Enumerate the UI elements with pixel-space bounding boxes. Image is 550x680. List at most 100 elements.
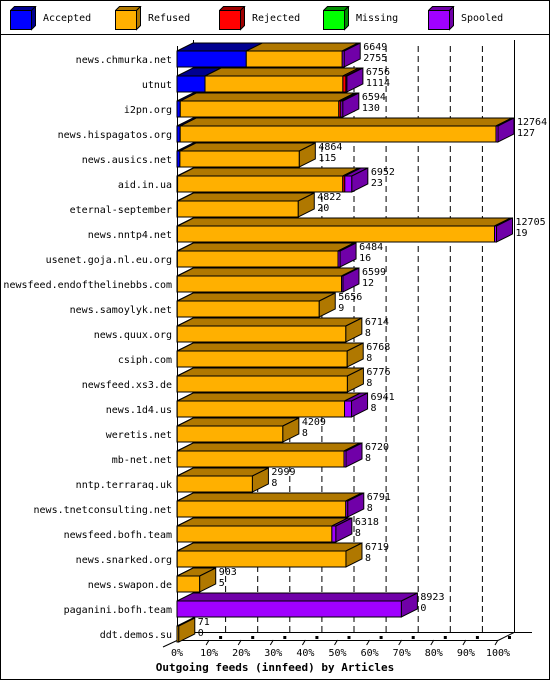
- x-tick-label: 10%: [200, 648, 218, 659]
- bar-side: [178, 617, 196, 643]
- bar-segment-refused: [204, 75, 344, 93]
- x-tick-mark-3: [283, 636, 287, 639]
- value-label-offered: 6756: [366, 67, 390, 78]
- value-label-offered: 5656: [338, 292, 362, 303]
- category-label: weretis.net: [106, 430, 172, 441]
- value-label-accepted: 130: [362, 103, 380, 114]
- value-label-accepted: 8: [355, 528, 361, 539]
- bar-segment-refused: [177, 200, 299, 218]
- x-tick-label: 40%: [296, 648, 314, 659]
- category-label: newsfeed.endofthelinebbs.com: [3, 280, 172, 291]
- value-label-offered: 6318: [355, 517, 379, 528]
- bar-segment-refused: [176, 575, 201, 593]
- bar-segment-spooled: [331, 525, 337, 543]
- category-label: news.swapon.de: [88, 580, 172, 591]
- x-tick-mark-10: [508, 636, 511, 639]
- value-label-accepted: 8: [371, 403, 377, 414]
- category-label: csiph.com: [118, 355, 172, 366]
- x-tick-mark-7: [411, 636, 415, 639]
- bar-top-refused: [176, 417, 300, 427]
- category-label: news.quux.org: [94, 330, 172, 341]
- bar-segment-refused: [176, 525, 333, 543]
- category-label: news.1d4.us: [106, 405, 172, 416]
- chart-plot: 0% 10% 20% 30% 40% 50% 60% 70% 80% 90% 100% Outgoin…: [3, 40, 547, 674]
- value-label-offered: 6649: [363, 42, 387, 53]
- category-label: paganini.bofh.team: [64, 605, 172, 616]
- value-label-offered: 12705: [516, 217, 546, 228]
- value-label-accepted: 8: [302, 428, 308, 439]
- category-label: usenet.goja.nl.eu.org: [46, 255, 172, 266]
- x-tick-label: 30%: [264, 648, 282, 659]
- value-label-accepted: 16: [359, 253, 371, 264]
- bar-top-refused: [179, 117, 513, 127]
- bar-top-refused: [176, 442, 361, 452]
- category-label: news.chmurka.net: [76, 55, 172, 66]
- category-label: nntp.terraraq.uk: [76, 480, 172, 491]
- category-label: eternal-september: [70, 205, 172, 216]
- bar-top-refused: [177, 217, 511, 227]
- bar-segment-refused: [176, 300, 320, 318]
- bar-segment-refused: [176, 325, 347, 343]
- category-label: news.hispagatos.org: [58, 130, 172, 141]
- value-label-accepted: 8: [365, 553, 371, 564]
- category-label: ddt.demos.su: [100, 630, 172, 641]
- bar-segment-spooled: [344, 400, 353, 418]
- value-label-offered: 6791: [367, 492, 391, 503]
- value-label-accepted: 127: [517, 128, 535, 139]
- bar-top-refused: [176, 492, 362, 502]
- bar-top-refused: [180, 92, 356, 102]
- bar-segment-refused: [176, 375, 348, 393]
- value-label-offered: 6768: [366, 342, 390, 353]
- value-label-accepted: 8: [367, 503, 373, 514]
- x-tick-mark-4: [315, 636, 319, 639]
- bar-segment-accepted: [176, 50, 247, 68]
- x-axis-title: Outgoing feeds (innfeed) by Articles: [156, 661, 394, 674]
- category-label: news.samoylyk.net: [70, 305, 172, 316]
- value-label-accepted: 0: [198, 628, 204, 639]
- value-label-offered: 6941: [371, 392, 395, 403]
- bar-top-refused: [176, 342, 364, 352]
- bar-top-refused: [177, 292, 336, 302]
- value-label-offered: 2999: [271, 467, 295, 478]
- category-label: news.ausics.net: [82, 155, 172, 166]
- x-axis-left-tick: [162, 640, 178, 648]
- value-label-accepted: 8: [271, 478, 277, 489]
- x-axis-corner: [497, 632, 515, 641]
- bar-top-refused: [179, 142, 316, 152]
- bar-segment-refused: [176, 550, 347, 568]
- bar-top-refused: [177, 167, 360, 177]
- x-tick-label: 100%: [486, 648, 510, 659]
- bar-top-refused: [176, 367, 364, 377]
- bar-top-refused: [176, 542, 363, 552]
- bar-top-refused: [176, 392, 361, 402]
- bar-segment-refused: [176, 225, 496, 243]
- bar-top-refused: [177, 192, 315, 202]
- x-tick-mark-5: [347, 636, 351, 639]
- value-label-accepted: 115: [318, 153, 336, 164]
- bar-top-spooled: [176, 592, 418, 602]
- value-label-offered: 6952: [371, 167, 395, 178]
- bar-segment-spooled: [176, 600, 402, 618]
- value-label-offered: 6599: [362, 267, 386, 278]
- category-label: aid.in.ua: [118, 180, 172, 191]
- bar-segment-refused: [177, 175, 344, 193]
- value-label-accepted: 23: [371, 178, 383, 189]
- value-label-accepted: 1114: [366, 78, 390, 89]
- value-label-offered: 903: [219, 567, 237, 578]
- bar-segment-refused: [179, 150, 300, 168]
- value-label-offered: 6720: [365, 442, 389, 453]
- bar-segment-refused: [176, 250, 339, 268]
- x-tick-label: 0%: [171, 648, 183, 659]
- value-label-offered: 6776: [366, 367, 390, 378]
- x-tick-label: 90%: [457, 648, 475, 659]
- bar-top-refused: [246, 42, 359, 52]
- value-label-offered: 6594: [362, 92, 386, 103]
- bar-segment-refused: [176, 425, 284, 443]
- category-label: mb-net.net: [112, 455, 172, 466]
- bar-top-refused: [204, 67, 360, 77]
- value-label-offered: 6719: [365, 542, 389, 553]
- bar-segment-accepted: [176, 75, 206, 93]
- bar-segment-refused: [245, 50, 343, 68]
- value-label-offered: 8923: [420, 592, 444, 603]
- x-tick-label: 20%: [232, 648, 250, 659]
